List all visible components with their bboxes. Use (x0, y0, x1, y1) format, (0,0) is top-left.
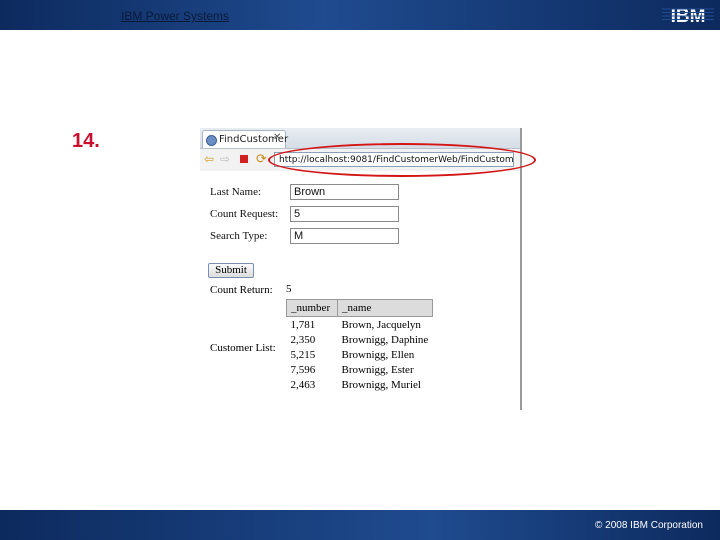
url-highlight-circle (268, 143, 536, 177)
step-number: 14. (72, 130, 100, 152)
header-title: IBM Power Systems (121, 9, 230, 23)
cell-name: Brownigg, Ester (341, 363, 414, 376)
submit-button[interactable]: Submit (208, 263, 254, 278)
cell-name: Brownigg, Daphine (341, 333, 429, 346)
table-row: 5,215 Brownigg, Ellen (287, 347, 433, 362)
close-icon[interactable]: ✕ (273, 132, 281, 143)
cell-number: 2,463 (290, 378, 316, 391)
cell-number: 1,781 (290, 318, 316, 331)
search-type-label: Search Type: (210, 230, 268, 242)
cell-number: 2,350 (290, 333, 316, 346)
table-row: 2,350 Brownigg, Daphine (287, 332, 433, 347)
table-row: 1,781 Brown, Jacquelyn (287, 317, 433, 333)
ibm-logo: IBM (662, 6, 714, 26)
back-arrow-icon[interactable]: ⇦ (204, 153, 214, 165)
search-type-input[interactable]: M (290, 228, 399, 244)
stop-icon[interactable] (240, 155, 248, 163)
customer-table: _number _name 1,781 Brown, Jacquelyn 2,3… (286, 299, 433, 392)
count-return-label: Count Return: (210, 284, 273, 296)
last-name-input[interactable]: Brown (290, 184, 399, 200)
last-name-label: Last Name: (210, 186, 262, 198)
top-banner: IBM Power Systems IBM (0, 0, 720, 30)
count-request-label: Count Request: (210, 208, 279, 220)
footer-banner: © 2008 IBM Corporation (0, 510, 720, 540)
tab-findcustomer[interactable]: FindCustomer ✕ (202, 130, 288, 148)
refresh-icon[interactable]: ⟳ (256, 152, 267, 165)
customer-list-label: Customer List: (210, 342, 276, 354)
count-return-value: 5 (286, 283, 292, 295)
cell-number: 7,596 (290, 363, 316, 376)
globe-icon (206, 135, 217, 146)
table-header-row: _number _name (286, 299, 433, 317)
forward-arrow-icon[interactable]: ⇨ (220, 153, 230, 165)
cell-name: Brown, Jacquelyn (341, 318, 421, 331)
column-header: _name (337, 299, 433, 317)
column-header: _number (286, 299, 338, 317)
table-row: 7,596 Brownigg, Ester (287, 362, 433, 377)
count-request-input[interactable]: 5 (290, 206, 399, 222)
cell-name: Brownigg, Ellen (341, 348, 415, 361)
cell-name: Brownigg, Muriel (341, 378, 421, 391)
table-row: 2,463 Brownigg, Muriel (287, 377, 433, 392)
cell-number: 5,215 (290, 348, 316, 361)
copyright-text: © 2008 IBM Corporation (595, 520, 703, 531)
